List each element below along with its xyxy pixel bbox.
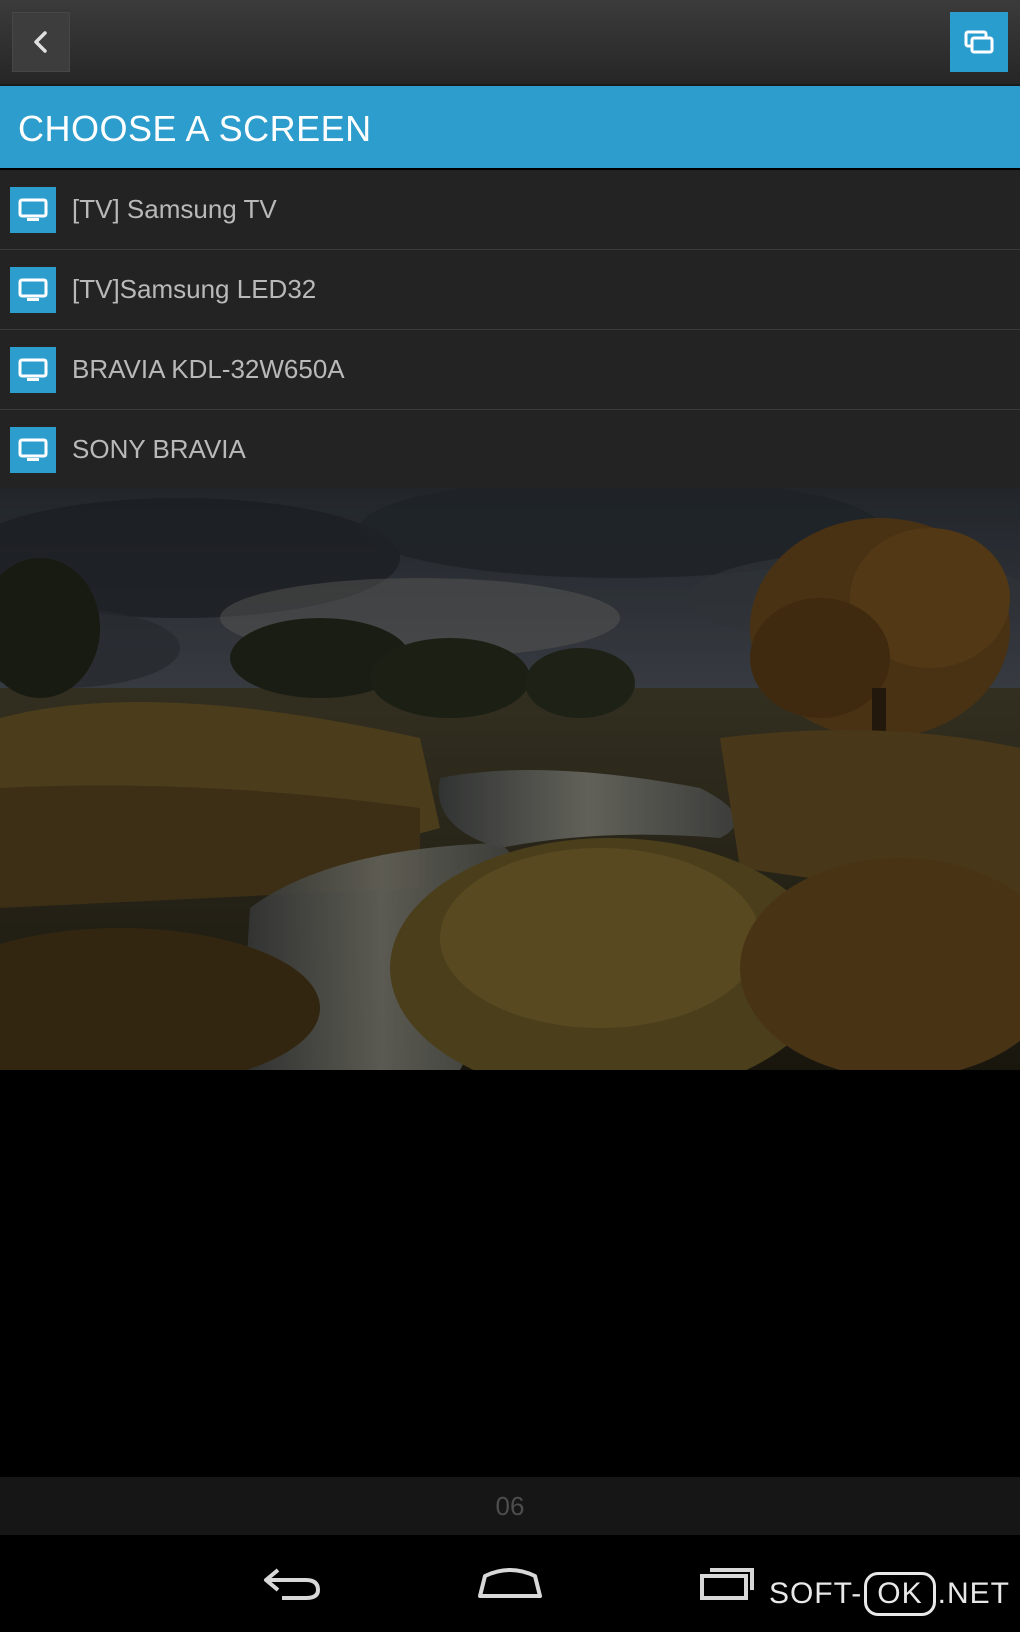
top-toolbar — [0, 0, 1020, 86]
screen-item-label: [TV]Samsung LED32 — [72, 274, 317, 304]
page-counter-bar: 06 — [0, 1477, 1020, 1535]
chevron-left-icon — [34, 31, 47, 53]
system-nav-bar: SOFT- OK .NET — [0, 1535, 1020, 1632]
watermark-box: OK — [864, 1572, 936, 1616]
back-button[interactable] — [12, 12, 70, 72]
page-title: CHOOSE A SCREEN — [18, 108, 372, 149]
choose-screen-header: CHOOSE A SCREEN — [0, 86, 1020, 168]
screen-list: [TV] Samsung TV [TV]Samsung LED32 BRAVIA… — [0, 170, 1020, 490]
tv-icon — [10, 186, 56, 233]
landscape-photo — [0, 488, 1020, 1070]
nav-home-button[interactable] — [470, 1557, 550, 1607]
screen-item-label: SONY BRAVIA — [72, 434, 246, 464]
tv-icon — [10, 426, 56, 473]
screen-item-label: [TV] Samsung TV — [72, 194, 277, 224]
screen-item-samsung-tv[interactable]: [TV] Samsung TV — [0, 170, 1020, 250]
nav-back-button[interactable] — [252, 1557, 332, 1607]
watermark: SOFT- OK .NET — [769, 1572, 1010, 1616]
screen-item-sony-bravia[interactable]: SONY BRAVIA — [0, 410, 1020, 490]
page-counter: 06 — [495, 1490, 525, 1521]
screen-item-label: BRAVIA KDL-32W650A — [72, 354, 345, 384]
recents-icon — [700, 1568, 754, 1600]
screens-icon — [964, 30, 994, 54]
watermark-left: SOFT- — [768, 1577, 863, 1610]
photo-preview[interactable] — [0, 488, 1020, 1070]
home-icon — [478, 1568, 542, 1598]
tv-icon — [10, 266, 56, 313]
back-icon — [264, 1568, 321, 1600]
watermark-right: .NET — [937, 1577, 1010, 1610]
nav-recents-button[interactable] — [688, 1557, 768, 1607]
screen-item-samsung-led32[interactable]: [TV]Samsung LED32 — [0, 250, 1020, 330]
screens-button[interactable] — [950, 12, 1008, 72]
tv-icon — [10, 346, 56, 393]
screen-item-bravia-kdl[interactable]: BRAVIA KDL-32W650A — [0, 330, 1020, 410]
